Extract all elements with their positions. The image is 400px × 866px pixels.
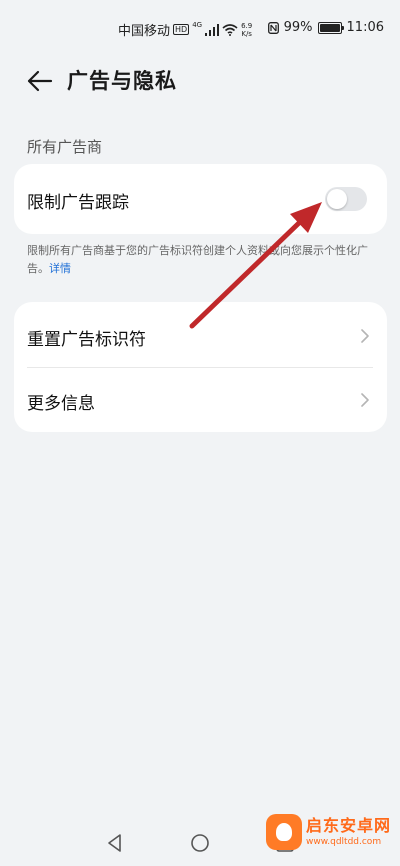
- more-info-label: 更多信息: [27, 394, 95, 414]
- wifi-icon: [222, 23, 238, 36]
- more-info-row[interactable]: 更多信息: [14, 368, 387, 432]
- section-title: 所有广告商: [27, 138, 103, 156]
- annotation-arrow: [189, 202, 322, 329]
- footnote-text: 限制所有广告商基于您的广告标识符创建个人资料或向您展示个性化广告。: [27, 244, 368, 275]
- limit-ad-tracking-toggle[interactable]: [325, 187, 367, 211]
- watermark-title: 启东安卓网: [306, 816, 392, 835]
- signal-icon: [205, 23, 220, 36]
- status-right: 99% 11:06: [267, 20, 384, 35]
- footnote: 限制所有广告商基于您的广告标识符创建个人资料或向您展示个性化广告。详情: [27, 242, 377, 278]
- reset-ad-id-row[interactable]: 重置广告标识符: [14, 304, 387, 368]
- chevron-right-icon: [361, 393, 369, 407]
- battery-icon: [317, 21, 344, 34]
- limit-ad-tracking-label: 限制广告跟踪: [27, 193, 129, 213]
- nav-back-icon[interactable]: [104, 832, 126, 854]
- network-type: 4G: [192, 21, 203, 29]
- carrier-name: 中国移动: [118, 24, 171, 39]
- chevron-right-icon: [361, 329, 369, 343]
- limit-ad-tracking-card: 限制广告跟踪: [14, 164, 387, 234]
- site-watermark: 启东安卓网 www.qdltdd.com: [266, 802, 394, 862]
- back-button[interactable]: [24, 66, 56, 96]
- battery-fill: [319, 23, 340, 32]
- watermark-url: www.qdltdd.com: [306, 837, 382, 847]
- status-left: 中国移动 HD 4G 6.9 K/s: [118, 20, 252, 40]
- details-link[interactable]: 详情: [49, 262, 71, 275]
- nfc-icon: [267, 21, 279, 34]
- reset-ad-id-label: 重置广告标识符: [27, 330, 146, 350]
- settings-list-card: 重置广告标识符 更多信息: [14, 302, 387, 432]
- watermark-logo-icon: [266, 814, 302, 850]
- toggle-knob: [327, 189, 347, 209]
- watermark-text: 启东安卓网 www.qdltdd.com: [306, 816, 391, 848]
- battery-percent: 99%: [283, 20, 313, 35]
- network-speed: 6.9 K/s: [241, 22, 252, 38]
- nav-home-icon[interactable]: [189, 832, 211, 854]
- hd-badge: HD: [173, 24, 190, 35]
- status-bar: 中国移动 HD 4G 6.9 K/s 99% 11:06: [0, 0, 400, 60]
- back-arrow-icon: [27, 70, 53, 92]
- app-header: 广告与隐私: [0, 56, 400, 106]
- clock: 11:06: [346, 20, 384, 35]
- speed-unit: K/s: [241, 29, 252, 38]
- page-title: 广告与隐私: [67, 69, 177, 93]
- speed-value: 6.9: [241, 21, 253, 30]
